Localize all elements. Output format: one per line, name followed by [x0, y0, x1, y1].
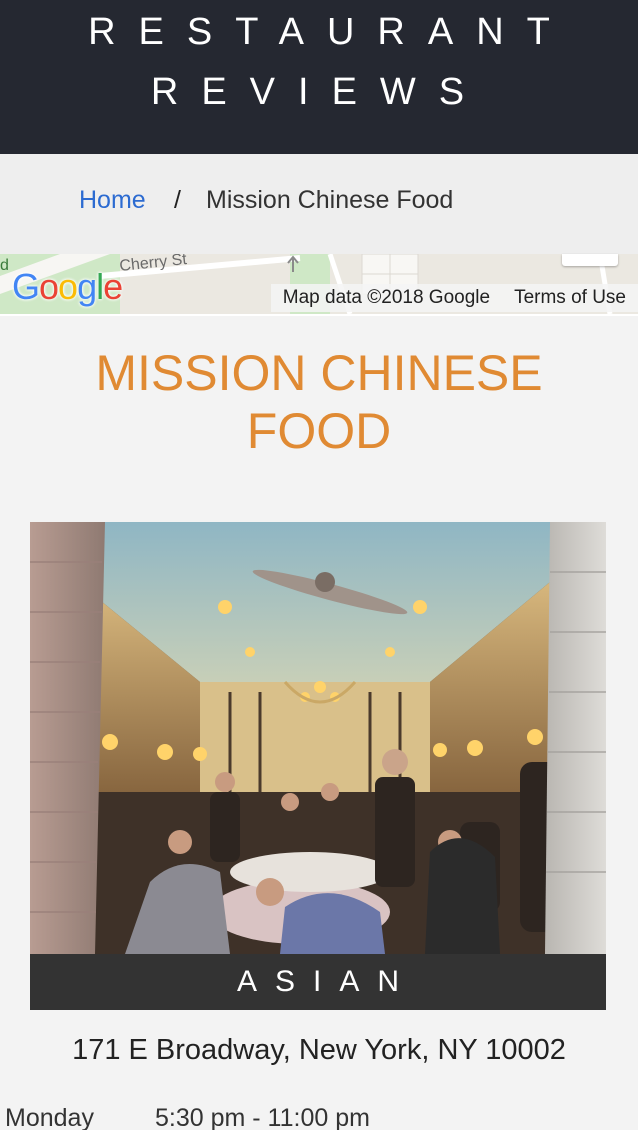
- site-header: RESTAURANT REVIEWS: [0, 0, 638, 154]
- google-logo-letter: o: [58, 266, 78, 307]
- svg-text:d: d: [0, 257, 9, 274]
- hours-day: Monday: [5, 1104, 94, 1130]
- google-logo-letter: o: [39, 266, 59, 307]
- google-logo[interactable]: Google: [12, 266, 123, 307]
- google-logo-letter: G: [12, 266, 40, 307]
- google-logo-letter: g: [77, 266, 97, 307]
- breadcrumb: Home / Mission Chinese Food: [0, 154, 638, 254]
- map-attribution-bar: Map data ©2018 Google Terms of Use: [270, 284, 638, 312]
- map-terms-link[interactable]: Terms of Use: [502, 284, 638, 312]
- breadcrumb-home-link[interactable]: Home: [79, 186, 146, 215]
- restaurant-address: 171 E Broadway, New York, NY 10002: [72, 1034, 566, 1066]
- map-control-button[interactable]: [562, 254, 618, 266]
- breadcrumb-separator: /: [174, 186, 181, 214]
- map[interactable]: Cherry St d Google Map data ©2018 Google…: [0, 254, 638, 316]
- hours-row: Monday 5:30 pm - 11:00 pm: [5, 1104, 370, 1130]
- home-title-link[interactable]: RESTAURANT REVIEWS: [88, 11, 573, 113]
- site-title: RESTAURANT REVIEWS: [0, 2, 638, 122]
- restaurant-name: MISSION CHINESE FOOD: [95, 345, 543, 459]
- hours-time: 5:30 pm - 11:00 pm: [155, 1104, 370, 1130]
- cuisine-label: ASIAN: [30, 954, 606, 1010]
- google-logo-letter: e: [103, 266, 123, 307]
- map-data-attribution: Map data ©2018 Google: [282, 287, 491, 308]
- breadcrumb-current: Mission Chinese Food: [206, 186, 454, 214]
- site-title-line2: REVIEWS: [150, 71, 488, 113]
- site-title-line1: RESTAURANT: [88, 11, 573, 53]
- restaurant-photo: [30, 522, 606, 954]
